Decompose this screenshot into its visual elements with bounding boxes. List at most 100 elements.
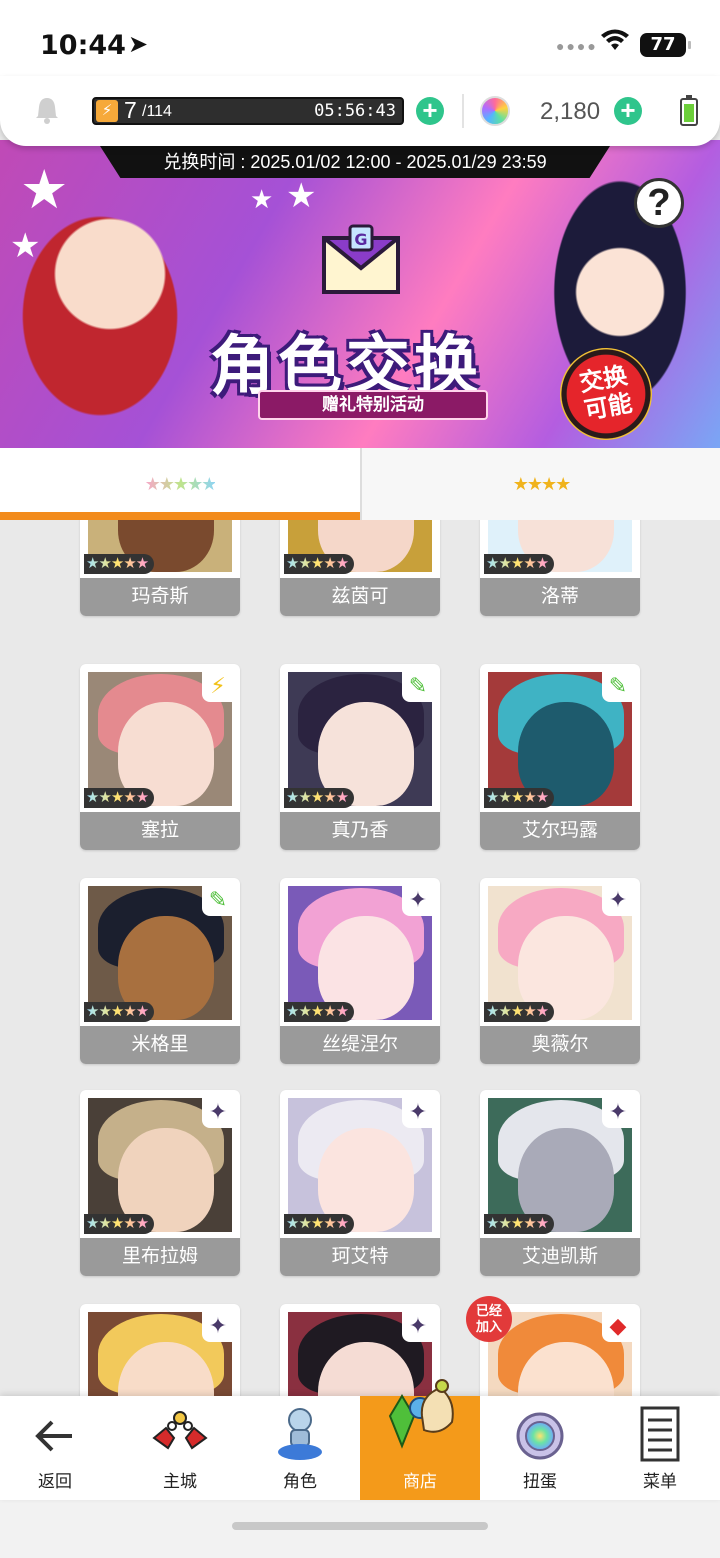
character-name: 奥薇尔	[480, 1026, 640, 1064]
character-name: 米格里	[80, 1026, 240, 1064]
rarity-tabs: ★★★★★ ★★★★	[0, 448, 720, 520]
nav-label: 角色	[283, 1472, 317, 1491]
character-name: 玛奇斯	[80, 578, 240, 616]
rarity-stars: ★★★★★	[84, 1002, 155, 1022]
stamina-icon: ⚡	[96, 100, 118, 122]
rarity-stars: ★★★★★	[284, 1002, 355, 1022]
joined-badge: 已经 加入	[466, 1296, 512, 1342]
home-indicator[interactable]	[232, 1522, 488, 1530]
character-card[interactable]: ✎ ★★★★★ 艾尔玛露	[480, 664, 640, 850]
element-icon: ◆	[602, 1310, 634, 1342]
element-icon: ✎	[402, 670, 434, 702]
nav-shop[interactable]: 商店	[360, 1379, 480, 1500]
device-battery-icon	[680, 95, 698, 126]
star-text: ★★★★★	[86, 1215, 149, 1232]
character-name: 里布拉姆	[80, 1238, 240, 1276]
wifi-icon	[601, 29, 629, 50]
character-card[interactable]: ⚡ ★★★★★ 塞拉	[80, 664, 240, 850]
star-text: ★★★★★	[486, 555, 549, 572]
stamina-current: 7	[124, 97, 137, 123]
signal-icon: ●●●●	[556, 38, 598, 54]
tab-four-star[interactable]: ★★★★	[360, 448, 720, 520]
shop-icon	[388, 1379, 454, 1449]
character-icon	[278, 1408, 322, 1460]
event-banner[interactable]: ★ ★ ★ ★ 兑换时间 : 2025.01/02 12:00 - 2025.0…	[0, 140, 720, 448]
envelope-icon: G	[322, 224, 400, 294]
character-card[interactable]: ✦ ★★★★★ 奥薇尔	[480, 878, 640, 1064]
star-text: ★★★★★	[486, 789, 549, 806]
star-text: ★★★★★	[486, 1003, 549, 1020]
character-card[interactable]: ✦ ★★★★★ 丝缇涅尔	[280, 878, 440, 1064]
rarity-stars: ★★★★★	[284, 1214, 355, 1234]
bell-icon[interactable]	[34, 96, 60, 124]
gem-icon	[480, 96, 510, 126]
character-name: 艾尔玛露	[480, 812, 640, 850]
gacha-icon	[516, 1412, 564, 1460]
back-button[interactable]: 返回	[0, 1396, 110, 1500]
nav-label: 主城	[163, 1472, 197, 1491]
nav-label: 菜单	[643, 1472, 677, 1491]
rarity-stars: ★★★★★	[284, 554, 355, 574]
tab-label: ★★★★	[512, 474, 572, 494]
help-button[interactable]: ?	[634, 178, 684, 228]
menu-icon	[640, 1406, 680, 1462]
sparkle-icon: ★	[20, 160, 69, 220]
gem-count: 2,180	[540, 98, 601, 125]
nav-label: 扭蛋	[523, 1472, 557, 1491]
element-icon: ✦	[602, 884, 634, 916]
banner-character-left	[20, 190, 220, 448]
element-icon: ⚡	[202, 670, 234, 702]
character-name: 塞拉	[80, 812, 240, 850]
character-card[interactable]: ✦ ★★★★★ 艾迪凯斯	[480, 1090, 640, 1276]
clock: 10:44	[40, 30, 126, 61]
tab-five-star[interactable]: ★★★★★	[0, 448, 360, 520]
star-text: ★★★★★	[286, 789, 349, 806]
character-card[interactable]: ✎ ★★★★★ 真乃香	[280, 664, 440, 850]
nav-label: 商店	[403, 1472, 437, 1491]
character-name: 真乃香	[280, 812, 440, 850]
add-gems-button[interactable]: +	[614, 97, 642, 125]
sparkle-icon: ★	[286, 177, 317, 215]
star-text: ★★★★★	[486, 1215, 549, 1232]
element-icon: ✦	[402, 1096, 434, 1128]
element-icon: ✦	[202, 1096, 234, 1128]
stamina-timer: 05:56:43	[314, 101, 396, 121]
rarity-stars: ★★★★★	[84, 788, 155, 808]
add-stamina-button[interactable]: +	[416, 97, 444, 125]
rarity-stars: ★★★★★	[484, 1002, 555, 1022]
svg-text:G: G	[354, 230, 367, 249]
element-icon: ✎	[202, 884, 234, 916]
character-card[interactable]: ✦ ★★★★★ 里布拉姆	[80, 1090, 240, 1276]
nav-menu[interactable]: 菜单	[600, 1396, 720, 1500]
divider	[462, 94, 464, 128]
banner-subtitle: 赠礼特别活动	[258, 390, 488, 420]
sparkle-icon: ★	[250, 184, 274, 214]
character-card[interactable]: ★★★★★ 玛奇斯	[80, 520, 240, 616]
nav-castle[interactable]: 主城	[120, 1396, 240, 1500]
character-card[interactable]: ★★★★★ 洛蒂	[480, 520, 640, 616]
character-card[interactable]: ◆ 已经 加入	[466, 1296, 640, 1400]
element-icon: ✦	[202, 1310, 234, 1342]
rarity-stars: ★★★★★	[484, 1214, 555, 1234]
character-card[interactable]: ✦	[80, 1304, 240, 1400]
star-text: ★★★★★	[86, 789, 149, 806]
rarity-stars: ★★★★★	[484, 554, 555, 574]
sparkle-icon: ★	[10, 227, 41, 265]
nav-character[interactable]: 角色	[240, 1396, 360, 1500]
castle-icon	[152, 1411, 208, 1450]
stamina-meter: ⚡ 7 /114 05:56:43	[92, 97, 404, 125]
character-name: 珂艾特	[280, 1238, 440, 1276]
character-name: 艾迪凯斯	[480, 1238, 640, 1276]
rarity-stars: ★★★★★	[484, 788, 555, 808]
stamina-max: /114	[142, 103, 172, 120]
character-name: 兹茵可	[280, 578, 440, 616]
character-card[interactable]: ★★★★★ 兹茵可	[280, 520, 440, 616]
element-icon: ✦	[402, 884, 434, 916]
nav-gacha[interactable]: 扭蛋	[480, 1396, 600, 1500]
character-name: 丝缇涅尔	[280, 1026, 440, 1064]
star-text: ★★★★★	[286, 1003, 349, 1020]
character-card[interactable]: ✎ ★★★★★ 米格里	[80, 878, 240, 1064]
star-text: ★★★★★	[286, 1215, 349, 1232]
rarity-stars: ★★★★★	[84, 1214, 155, 1234]
character-card[interactable]: ✦ ★★★★★ 珂艾特	[280, 1090, 440, 1276]
